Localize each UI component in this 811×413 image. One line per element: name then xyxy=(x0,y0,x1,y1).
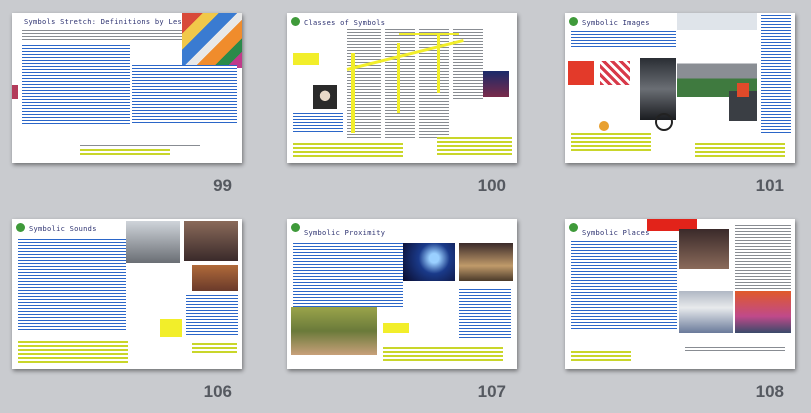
group-photo-image xyxy=(291,307,377,355)
column-text xyxy=(293,243,403,307)
symbol-image xyxy=(600,61,630,85)
slide-title: Symbolic Proximity xyxy=(304,229,386,237)
highlight-box xyxy=(160,319,182,337)
slide-thumbnail-101[interactable]: Symbolic Images xyxy=(565,13,795,163)
side-image xyxy=(12,85,18,99)
slide-thumbnail-100[interactable]: Classes of Symbols xyxy=(287,13,517,163)
column-text xyxy=(18,239,126,331)
photo-image xyxy=(184,221,238,261)
bottom-highlight xyxy=(18,341,128,363)
slide-number-101: 101 xyxy=(755,176,784,195)
bottom-highlight xyxy=(293,143,403,157)
column-text xyxy=(22,45,130,125)
intro-text xyxy=(22,30,187,42)
left-text xyxy=(293,113,343,133)
slide-thumbnail-107[interactable]: Symbolic Proximity xyxy=(287,219,517,369)
right-text xyxy=(186,295,238,335)
footnote-highlight xyxy=(80,149,170,157)
symbol-image xyxy=(568,61,594,85)
column-text xyxy=(132,65,237,125)
slide-number-100: 100 xyxy=(477,176,506,195)
slide-title: Symbolic Sounds xyxy=(29,225,97,233)
chanel-logo-image xyxy=(655,113,673,131)
word-cloud-image xyxy=(182,13,242,68)
slide-thumbnail-99[interactable]: Symbols Stretch: Definitions by Lessons xyxy=(12,13,242,163)
highlight-line xyxy=(397,43,400,113)
slide-thumbnail-108[interactable]: Symbolic Places xyxy=(565,219,795,369)
bottom-highlight xyxy=(695,143,785,157)
logo-icon xyxy=(291,223,300,232)
highlight-box xyxy=(383,323,409,333)
footnote xyxy=(685,347,785,353)
logo-icon xyxy=(569,223,578,232)
highlight-line xyxy=(437,33,440,93)
stage-image xyxy=(459,243,513,281)
bottom-highlight xyxy=(571,351,631,361)
lounge-image xyxy=(735,291,791,333)
photo-image xyxy=(126,221,180,263)
slide-number-108: 108 xyxy=(755,382,784,401)
slide-number-107: 107 xyxy=(477,382,506,401)
column-text xyxy=(571,241,677,331)
portrait-image xyxy=(313,85,337,109)
right-text xyxy=(459,289,511,339)
bottom-highlight xyxy=(437,137,512,157)
bottom-highlight xyxy=(383,347,503,363)
slide-thumbnail-106[interactable]: Symbolic Sounds xyxy=(12,219,242,369)
highlight-box xyxy=(293,53,319,65)
logo-icon xyxy=(16,223,25,232)
photo-image xyxy=(483,71,509,97)
interior-image xyxy=(679,291,733,333)
slide-title: Symbolic Images xyxy=(582,19,650,27)
logo-icon xyxy=(569,17,578,26)
room-image xyxy=(679,229,729,269)
right-column-text xyxy=(761,15,791,135)
bottom-highlight xyxy=(571,133,651,153)
highlight-line xyxy=(399,33,459,35)
right-text xyxy=(735,225,791,289)
intro-text xyxy=(571,31,676,49)
concert-image xyxy=(403,243,455,281)
table-column xyxy=(385,29,415,139)
logo-icon xyxy=(291,17,300,26)
slide-title: Classes of Symbols xyxy=(304,19,386,27)
bottom-highlight xyxy=(192,343,237,355)
slide-title: Symbolic Places xyxy=(582,229,650,237)
footnote xyxy=(80,145,200,148)
slide-title: Symbols Stretch: Definitions by Lessons xyxy=(24,18,201,26)
crowd-image xyxy=(192,265,238,291)
apple-logo-image xyxy=(599,121,609,131)
slide-number-106: 106 xyxy=(203,382,232,401)
slide-number-99: 99 xyxy=(213,176,232,195)
phone-image xyxy=(640,58,676,120)
figure-image xyxy=(737,83,749,97)
